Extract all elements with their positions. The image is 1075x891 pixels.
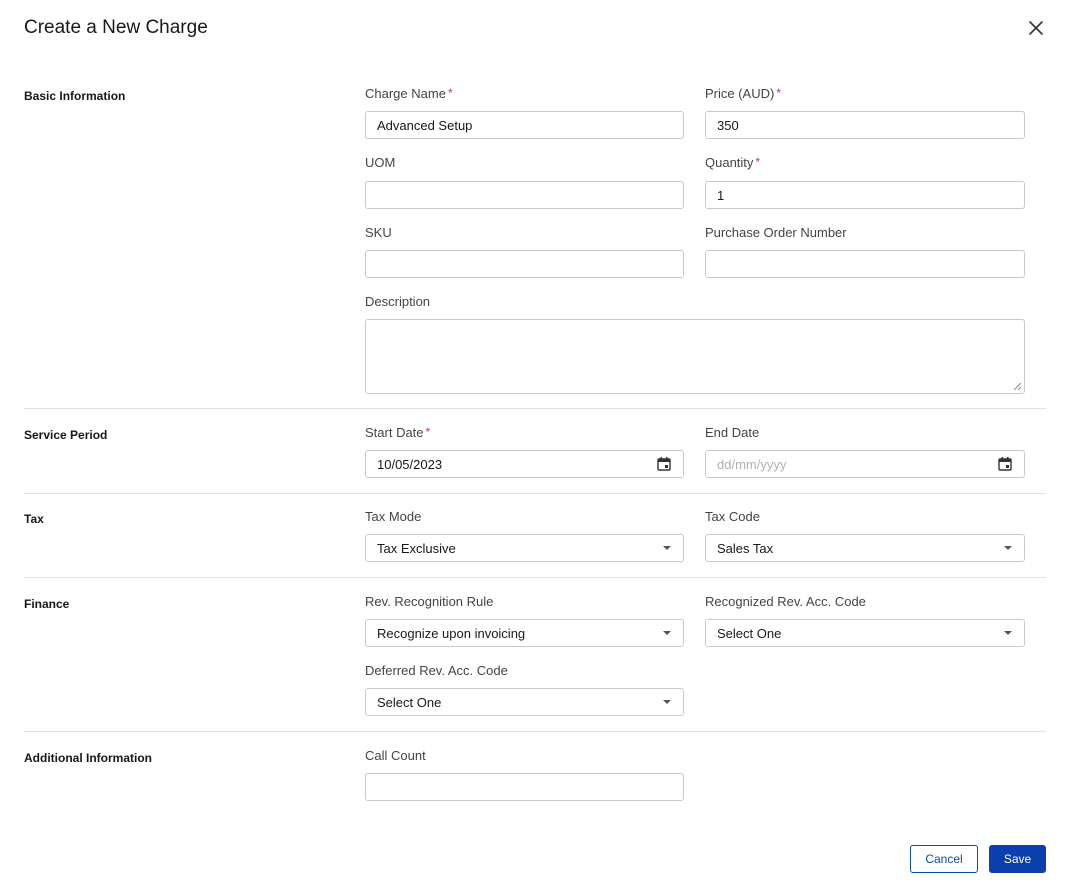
price-input[interactable]: 350 bbox=[705, 111, 1025, 139]
chevron-down-icon bbox=[1004, 546, 1012, 550]
call-count-input[interactable] bbox=[365, 773, 684, 801]
close-icon bbox=[1029, 21, 1043, 35]
chevron-down-icon bbox=[1004, 631, 1012, 635]
tax-mode-select[interactable]: Tax Exclusive bbox=[365, 534, 684, 562]
sku-label: SKU bbox=[365, 225, 392, 240]
tax-mode-label: Tax Mode bbox=[365, 509, 422, 524]
divider bbox=[24, 731, 1046, 732]
charge-name-label: Charge Name * bbox=[365, 86, 453, 101]
section-finance: Finance bbox=[24, 597, 70, 611]
charge-name-input[interactable]: Advanced Setup bbox=[365, 111, 684, 139]
description-label: Description bbox=[365, 294, 431, 309]
section-basic-information: Basic Information bbox=[24, 89, 126, 103]
uom-label: UOM bbox=[365, 155, 396, 170]
divider bbox=[24, 493, 1046, 494]
save-button[interactable]: Save bbox=[989, 845, 1046, 873]
section-additional-information: Additional Information bbox=[24, 751, 152, 765]
po-number-label: Purchase Order Number bbox=[705, 225, 847, 240]
quantity-label: Quantity * bbox=[705, 155, 761, 170]
required-marker: * bbox=[447, 86, 453, 100]
chevron-down-icon bbox=[663, 700, 671, 704]
recognized-code-label: Recognized Rev. Acc. Code bbox=[705, 594, 866, 609]
deferred-code-select[interactable]: Select One bbox=[365, 688, 684, 716]
rev-rule-select[interactable]: Recognize upon invoicing bbox=[365, 619, 684, 647]
start-date-label: Start Date * bbox=[365, 425, 431, 440]
quantity-input[interactable]: 1 bbox=[705, 181, 1025, 209]
sku-input[interactable] bbox=[365, 250, 684, 278]
chevron-down-icon bbox=[663, 631, 671, 635]
calendar-icon[interactable] bbox=[997, 456, 1013, 472]
end-date-label: End Date bbox=[705, 425, 760, 440]
required-marker: * bbox=[776, 86, 782, 100]
uom-input[interactable] bbox=[365, 181, 684, 209]
section-service-period: Service Period bbox=[24, 428, 108, 442]
dialog-title: Create a New Charge bbox=[24, 17, 208, 38]
po-number-input[interactable] bbox=[705, 250, 1025, 278]
start-date-input[interactable]: 10/05/2023 bbox=[365, 450, 684, 478]
recognized-code-select[interactable]: Select One bbox=[705, 619, 1025, 647]
close-button[interactable] bbox=[1024, 16, 1048, 40]
call-count-label: Call Count bbox=[365, 748, 426, 763]
deferred-code-label: Deferred Rev. Acc. Code bbox=[365, 663, 508, 678]
calendar-icon[interactable] bbox=[656, 456, 672, 472]
required-marker: * bbox=[425, 425, 431, 439]
required-marker: * bbox=[755, 155, 761, 169]
chevron-down-icon bbox=[663, 546, 671, 550]
cancel-button[interactable]: Cancel bbox=[910, 845, 978, 873]
tax-code-label: Tax Code bbox=[705, 509, 760, 524]
tax-code-select[interactable]: Sales Tax bbox=[705, 534, 1025, 562]
divider bbox=[24, 577, 1046, 578]
price-label: Price (AUD) * bbox=[705, 86, 782, 101]
section-tax: Tax bbox=[24, 512, 44, 526]
divider bbox=[24, 408, 1046, 409]
description-textarea[interactable] bbox=[365, 319, 1025, 394]
rev-rule-label: Rev. Recognition Rule bbox=[365, 594, 494, 609]
resize-handle-icon[interactable] bbox=[1013, 382, 1021, 390]
end-date-input[interactable]: dd/mm/yyyy bbox=[705, 450, 1025, 478]
